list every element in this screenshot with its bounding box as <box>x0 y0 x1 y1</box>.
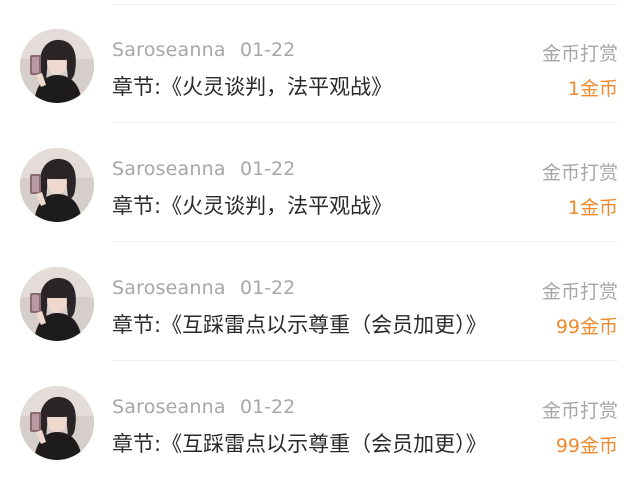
reward-date: 01-22 <box>240 396 296 418</box>
username[interactable]: Saroseanna <box>112 158 226 180</box>
reward-amount: 99金币 <box>555 435 618 457</box>
reward-type-label: 金币打赏 <box>541 162 618 184</box>
chapter-title[interactable]: 章节:《火灵谈判，法平观战》 <box>112 71 392 101</box>
avatar[interactable] <box>20 29 94 103</box>
reward-amount: 1金币 <box>567 197 618 219</box>
reward-date: 01-22 <box>240 39 296 61</box>
reward-list: Saroseanna 01-22 章节:《火灵谈判，法平观战》 金币打赏 1金币… <box>0 0 640 487</box>
reward-row[interactable]: Saroseanna 01-22 章节:《互踩雷点以示尊重（会员加更）》 金币打… <box>0 243 640 361</box>
reward-type-label: 金币打赏 <box>541 400 618 422</box>
reward-type-label: 金币打赏 <box>541 281 618 303</box>
avatar[interactable] <box>20 267 94 341</box>
username[interactable]: Saroseanna <box>112 277 226 299</box>
avatar-image <box>20 386 94 460</box>
avatar[interactable] <box>20 148 94 222</box>
divider <box>112 360 618 361</box>
chapter-title[interactable]: 章节:《互踩雷点以示尊重（会员加更）》 <box>112 428 487 458</box>
chapter-title[interactable]: 章节:《火灵谈判，法平观战》 <box>112 190 392 220</box>
reward-date: 01-22 <box>240 158 296 180</box>
reward-amount: 99金币 <box>555 316 618 338</box>
reward-row[interactable]: Saroseanna 01-22 章节:《火灵谈判，法平观战》 金币打赏 1金币 <box>0 5 640 123</box>
divider <box>112 241 618 242</box>
reward-date: 01-22 <box>240 277 296 299</box>
reward-row[interactable]: Saroseanna 01-22 章节:《火灵谈判，法平观战》 金币打赏 1金币 <box>0 124 640 242</box>
avatar[interactable] <box>20 386 94 460</box>
reward-row[interactable]: Saroseanna 01-22 章节:《互踩雷点以示尊重（会员加更）》 金币打… <box>0 362 640 480</box>
username[interactable]: Saroseanna <box>112 39 226 61</box>
avatar-image <box>20 148 94 222</box>
chapter-title[interactable]: 章节:《互踩雷点以示尊重（会员加更）》 <box>112 309 487 339</box>
username[interactable]: Saroseanna <box>112 396 226 418</box>
avatar-image <box>20 29 94 103</box>
divider <box>112 122 618 123</box>
reward-type-label: 金币打赏 <box>541 43 618 65</box>
avatar-image <box>20 267 94 341</box>
reward-amount: 1金币 <box>567 78 618 100</box>
